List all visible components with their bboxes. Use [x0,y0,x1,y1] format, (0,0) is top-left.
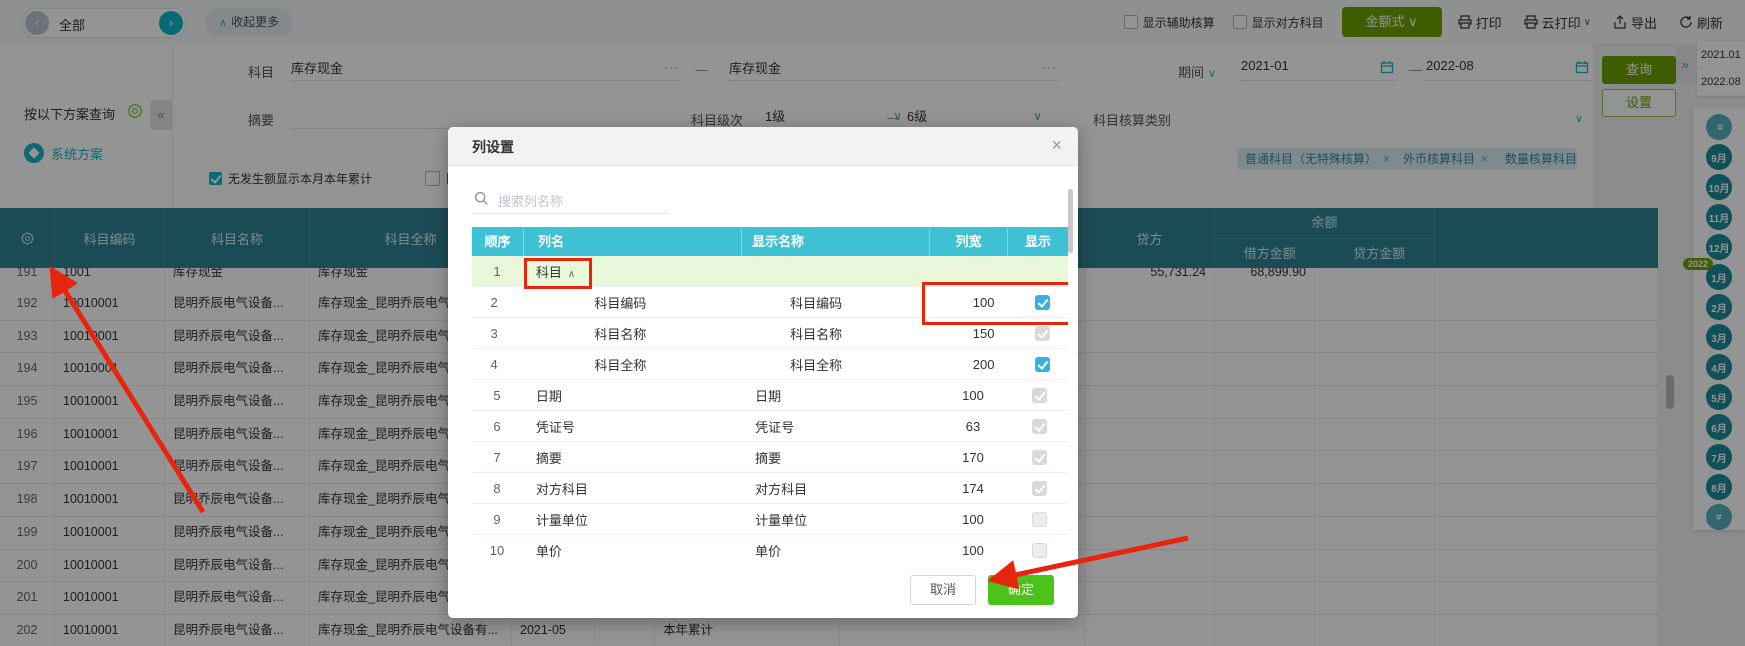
cell-visible [1010,480,1068,497]
cell-display-name: 凭证号 [755,419,795,435]
visible-checkbox[interactable] [1031,388,1047,404]
cell-column-width[interactable]: 200 [950,357,1016,372]
column-config-row[interactable]: 4 科目全称 科目全称 200 [472,349,1068,380]
column-config-row[interactable]: 9 计量单位 计量单位 100 [472,504,1068,535]
cell-order: 2 [490,294,498,310]
column-config-header: 顺序 列名 显示名称 列宽 显示 [472,227,1068,256]
header-display-name: 显示名称 [742,227,930,256]
cell-display-name: 对方科目 [755,481,808,497]
cell-display-name: 科目名称 [790,326,843,342]
cell-column-name: 单价 [535,543,562,559]
column-search-input[interactable]: 搜索列名称 [472,185,668,214]
cell-visible [1010,542,1068,559]
visible-checkbox[interactable] [1031,419,1047,435]
cell-column-name: 计量单位 [535,512,588,528]
cell-order: 3 [490,325,498,341]
cancel-button[interactable]: 取消 [910,575,976,605]
cell-visible [1017,356,1068,373]
dialog-title: 列设置 [472,139,514,155]
cell-display-name: 单价 [755,543,782,559]
dialog-scrollbar[interactable] [1068,189,1073,253]
cell-visible [1010,418,1068,435]
visible-checkbox[interactable] [1031,543,1047,559]
column-config-row[interactable]: 7 摘要 摘要 170 [472,442,1068,473]
cell-column-width[interactable]: 100 [936,512,1011,527]
cell-column-name: 日期 [535,388,562,404]
cell-visible [1010,449,1068,466]
cell-column-name: 科目全称 [594,357,647,373]
cell-visible [1010,387,1068,404]
cell-display-name: 日期 [755,388,782,404]
cell-column-width[interactable]: 150 [950,326,1016,341]
visible-checkbox[interactable] [1031,481,1047,497]
cell-column-name: 科目编码 [594,295,647,311]
cell-order: 9 [493,511,501,527]
cell-order: 8 [493,480,501,496]
close-icon[interactable]: × [1051,135,1062,156]
cell-column-width[interactable]: 63 [936,419,1011,434]
column-config-row[interactable]: 8 对方科目 对方科目 174 [472,473,1068,504]
cell-visible [1017,325,1068,342]
dialog-header: 列设置 × [448,127,1078,166]
header-column-width: 列宽 [930,227,1008,256]
cell-order: 7 [493,449,501,465]
cell-column-name: 摘要 [535,450,562,466]
annotation-rect-subject [524,258,592,289]
column-config-row[interactable]: 10 单价 单价 100 [472,535,1068,559]
cell-order: 4 [490,356,498,372]
header-order: 顺序 [472,227,524,256]
cell-column-name: 凭证号 [535,419,575,435]
cell-display-name: 摘要 [755,450,782,466]
search-placeholder: 搜索列名称 [498,194,564,209]
cell-column-width[interactable]: 170 [936,450,1011,465]
visible-checkbox[interactable] [1034,326,1050,342]
header-visible: 显示 [1024,234,1051,249]
cell-column-width[interactable]: 100 [936,543,1011,558]
cell-column-name: 对方科目 [535,481,588,497]
annotation-rect-width [922,282,1068,325]
cell-order: 6 [493,418,501,434]
cell-order: 1 [493,263,501,279]
column-config-table: 顺序 列名 显示名称 列宽 显示 1 科目 ∧ 2 科目编码 科目编码 100 3 科目名称 科目… [472,227,1068,559]
column-settings-dialog: 列设置 × 搜索列名称 顺序 列名 显示名称 列宽 显示 1 科目 ∧ 2 科目编码 科目… [448,127,1078,618]
cell-display-name: 科目全称 [790,357,843,373]
visible-checkbox[interactable] [1031,450,1047,466]
cell-column-name: 科目名称 [594,326,647,342]
cell-order: 10 [489,542,505,558]
column-config-row[interactable]: 5 日期 日期 100 [472,380,1068,411]
cell-display-name: 计量单位 [755,512,808,528]
search-icon [474,191,488,205]
confirm-button[interactable]: 确定 [988,575,1054,605]
cell-column-width[interactable]: 174 [936,481,1011,496]
cell-visible [1010,511,1068,528]
visible-checkbox[interactable] [1031,512,1047,528]
visible-checkbox[interactable] [1034,357,1050,373]
cell-column-width[interactable]: 100 [936,388,1011,403]
cell-order: 5 [493,387,501,403]
header-column-name: 列名 [524,227,742,256]
column-config-row[interactable]: 6 凭证号 凭证号 63 [472,411,1068,442]
